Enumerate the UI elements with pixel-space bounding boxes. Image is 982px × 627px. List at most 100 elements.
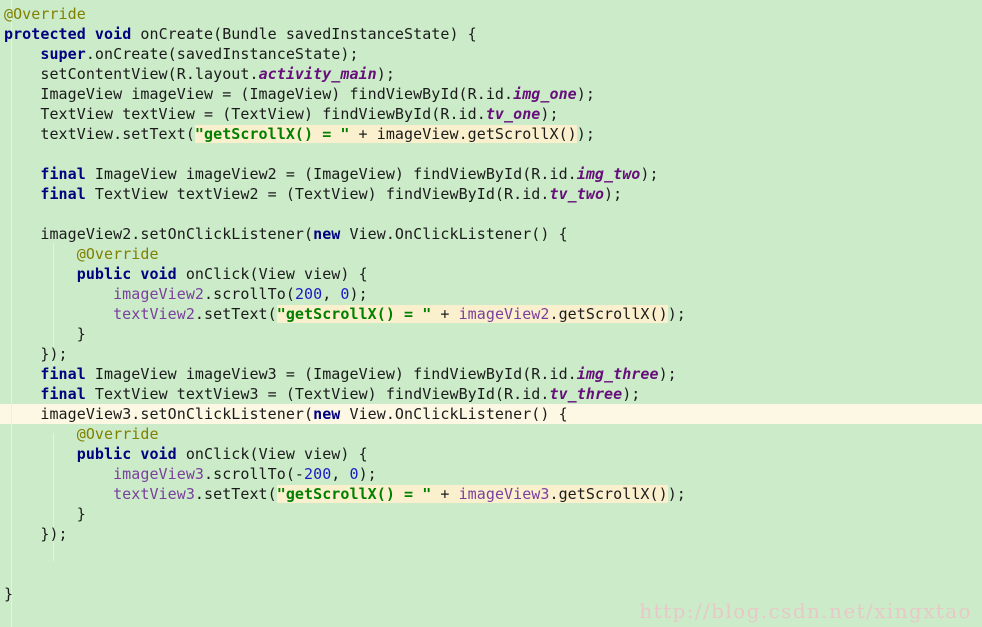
code-line[interactable]: final TextView textView2 = (TextView) fi… [0,184,982,204]
code-line[interactable]: final ImageView imageView3 = (ImageView)… [0,364,982,384]
code-token: ); [604,185,623,203]
code-token: ImageView imageView3 = (ImageView) findV… [85,365,577,383]
code-token: ); [358,465,377,483]
code-line[interactable]: final ImageView imageView2 = (ImageView)… [0,164,982,184]
code-token: 0 [340,285,350,303]
code-line[interactable]: imageView3.scrollTo(-200, 0); [0,464,982,484]
code-token: 200 [294,285,323,303]
code-editor-pane[interactable]: @Override protected void onCreate(Bundle … [0,0,982,627]
code-line[interactable]: } [0,504,982,524]
code-token: imageView.getScrollX() [376,125,577,143]
code-token: onCreate(Bundle savedInstanceState) { [131,25,477,43]
code-token: "getScrollX() = " [194,125,350,143]
code-line[interactable] [0,204,982,224]
code-token: .scrollTo(- [204,465,305,483]
code-token: protected [4,25,86,43]
code-line[interactable]: textView3.setText("getScrollX() = " + im… [0,484,982,504]
code-line[interactable]: imageView2.scrollTo(200, 0); [0,284,982,304]
code-token: + [349,125,377,143]
code-token: TextView textView3 = (TextView) findView… [85,385,550,403]
code-token: "getScrollX() = " [276,305,432,323]
code-line[interactable]: }); [0,524,982,544]
code-token: activity_main [258,65,377,83]
code-token: new [313,225,341,243]
code-line[interactable]: protected void onCreate(Bundle savedInst… [0,24,982,44]
code-token: textView.setText( [40,125,195,143]
code-token: }); [40,345,68,363]
code-line[interactable]: imageView3.setOnClickListener(new View.O… [0,404,982,424]
code-line[interactable]: final TextView textView3 = (TextView) fi… [0,384,982,404]
code-line[interactable]: ImageView imageView = (ImageView) findVi… [0,84,982,104]
code-line[interactable]: textView.setText("getScrollX() = " + ima… [0,124,982,144]
code-token: }); [40,525,68,543]
code-content[interactable]: @Override protected void onCreate(Bundle … [0,4,982,604]
code-token: ImageView imageView = (ImageView) findVi… [40,85,514,103]
code-line[interactable] [0,544,982,564]
code-token: onClick(View view) { [176,445,368,463]
code-token: ); [576,125,595,143]
code-token: ); [667,485,686,503]
code-line[interactable]: @Override [0,4,982,24]
code-token: new [313,405,341,423]
code-line[interactable]: @Override [0,244,982,264]
code-token: .setText( [194,485,277,503]
code-token: void [140,265,177,283]
code-token: View.OnClickListener() { [340,405,568,423]
code-token: public [76,445,132,463]
code-token: + [431,485,459,503]
code-token: tv_one [485,105,541,123]
code-token: .getScrollX() [549,305,668,323]
code-line[interactable]: @Override [0,424,982,444]
code-line[interactable]: } [0,324,982,344]
code-token: ); [658,365,677,383]
code-token: } [76,325,86,343]
code-token: + [431,305,459,323]
code-token: 0 [349,465,359,483]
code-line[interactable]: public void onClick(View view) { [0,444,982,464]
code-line[interactable] [0,564,982,584]
code-token: TextView textView = (TextView) findViewB… [40,105,486,123]
code-line[interactable]: imageView2.setOnClickListener(new View.O… [0,224,982,244]
code-token: imageView3.setOnClickListener( [40,405,314,423]
code-token: imageView2 [113,285,205,303]
code-line[interactable] [0,144,982,164]
code-line[interactable]: }); [0,344,982,364]
code-line[interactable]: TextView textView = (TextView) findViewB… [0,104,982,124]
code-token: img_three [576,365,659,383]
code-token: } [4,585,14,603]
code-line[interactable]: textView2.setText("getScrollX() = " + im… [0,304,982,324]
code-token: public [76,265,132,283]
code-token: TextView textView2 = (TextView) findView… [85,185,550,203]
code-token: ); [540,105,559,123]
code-token: @Override [76,245,159,263]
code-token: imageView2.setOnClickListener( [40,225,314,243]
code-token: 200 [304,465,332,483]
code-token: super [40,45,86,63]
code-line[interactable]: super.onCreate(savedInstanceState); [0,44,982,64]
code-line[interactable]: public void onClick(View view) { [0,264,982,284]
code-token: textView2 [113,305,195,323]
code-token: .scrollTo( [204,285,295,303]
code-token: ); [349,285,368,303]
code-line[interactable]: setContentView(R.layout.activity_main); [0,64,982,84]
code-token: ImageView imageView2 = (ImageView) findV… [85,165,577,183]
code-token: , [322,285,341,303]
